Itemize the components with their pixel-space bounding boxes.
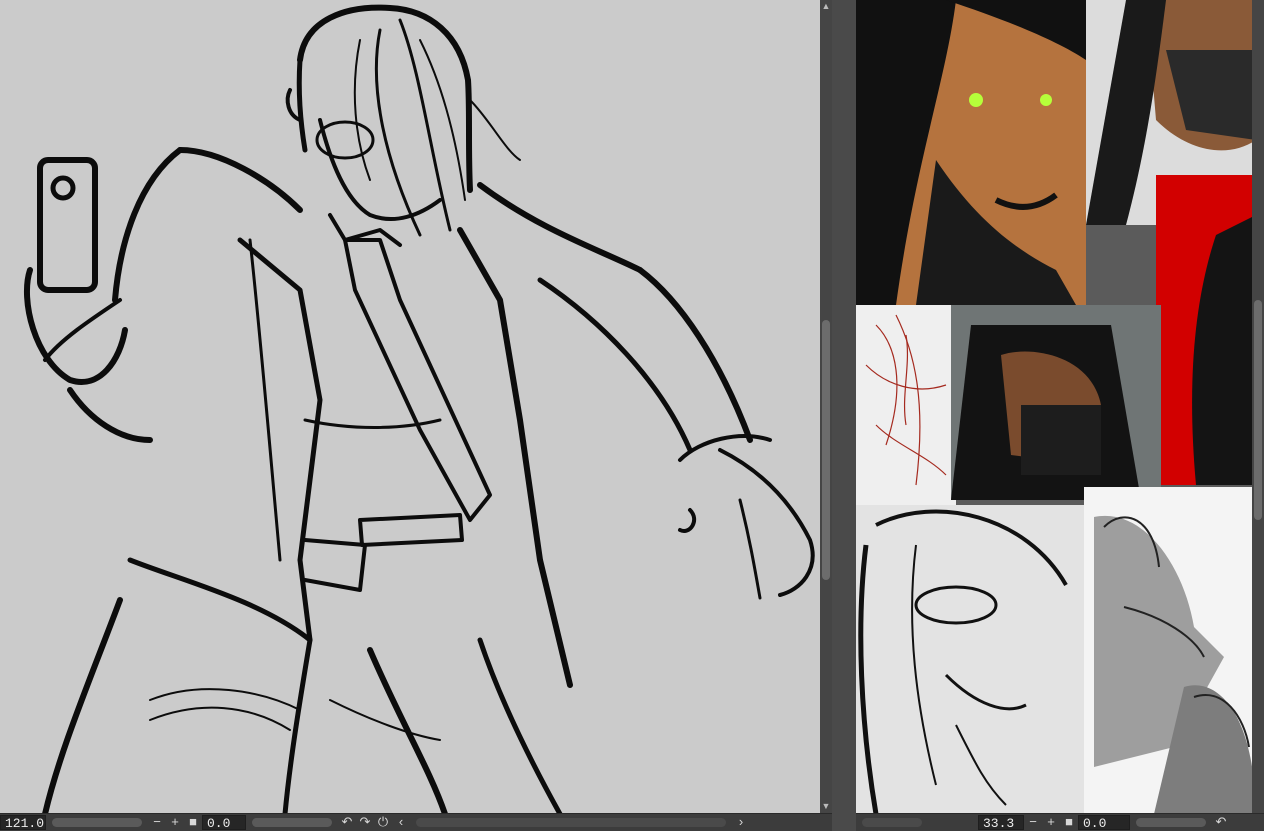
- left-vertical-scrollbar[interactable]: ▲ ▼: [820, 0, 832, 814]
- right-zoom-in-icon[interactable]: +: [1042, 815, 1060, 830]
- right-rotation-slider[interactable]: [1136, 818, 1206, 827]
- right-rotation-field[interactable]: 0.0: [1078, 815, 1130, 831]
- lineart-drawing: [0, 0, 832, 814]
- reference-image-green-eyes: [856, 0, 1086, 305]
- reference-board[interactable]: [856, 0, 1256, 814]
- reference-canvas-pane: 33.3 − + ■ 0.0 ↶: [856, 0, 1264, 831]
- right-scroll-thumb[interactable]: [1254, 300, 1262, 520]
- horizontal-scrollbar[interactable]: [416, 818, 726, 827]
- pane-splitter[interactable]: [832, 0, 856, 831]
- zoom-field[interactable]: 121.0: [0, 815, 46, 831]
- left-scroll-thumb[interactable]: [822, 320, 830, 580]
- reference-image-dark-portrait: [951, 305, 1161, 500]
- reference-image-red-sketch: [856, 305, 956, 505]
- scroll-right-icon[interactable]: ›: [732, 815, 750, 830]
- right-rotate-icon[interactable]: ↶: [1212, 815, 1230, 830]
- right-zoom-slider[interactable]: [862, 818, 922, 827]
- reference-image-red-panel: [1156, 175, 1256, 485]
- reset-rotation-icon[interactable]: ⏻: [374, 815, 392, 830]
- reference-image-ink-sketch: [856, 505, 1084, 814]
- rotation-field[interactable]: 0.0: [202, 815, 246, 831]
- right-zoom-field[interactable]: 33.3: [978, 815, 1024, 831]
- zoom-in-icon[interactable]: +: [166, 815, 184, 830]
- rotation-slider[interactable]: [252, 818, 332, 827]
- zoom-slider[interactable]: [52, 818, 142, 827]
- reference-image-gray-sketch: [1084, 487, 1256, 814]
- right-vertical-scrollbar[interactable]: [1252, 0, 1264, 814]
- left-status-bar: 121.0 − + ■ 0.0 ↶ ↷ ⏻ ‹ ›: [0, 813, 832, 831]
- scroll-left-icon[interactable]: ‹: [392, 815, 410, 830]
- drawing-canvas[interactable]: [0, 0, 832, 814]
- scroll-up-icon[interactable]: ▲: [820, 0, 832, 12]
- zoom-out-icon[interactable]: −: [148, 815, 166, 830]
- right-fit-view-icon[interactable]: ■: [1060, 815, 1078, 830]
- scroll-down-icon[interactable]: ▼: [820, 800, 832, 812]
- right-status-bar: 33.3 − + ■ 0.0 ↶: [856, 813, 1264, 831]
- main-canvas-pane: ▲ ▼ 121.0 − + ■ 0.0 ↶ ↷ ⏻ ‹ ›: [0, 0, 832, 831]
- rotate-left-icon[interactable]: ↶: [338, 815, 356, 830]
- fit-view-icon[interactable]: ■: [184, 815, 202, 830]
- right-zoom-out-icon[interactable]: −: [1024, 815, 1042, 830]
- rotate-right-icon[interactable]: ↷: [356, 815, 374, 830]
